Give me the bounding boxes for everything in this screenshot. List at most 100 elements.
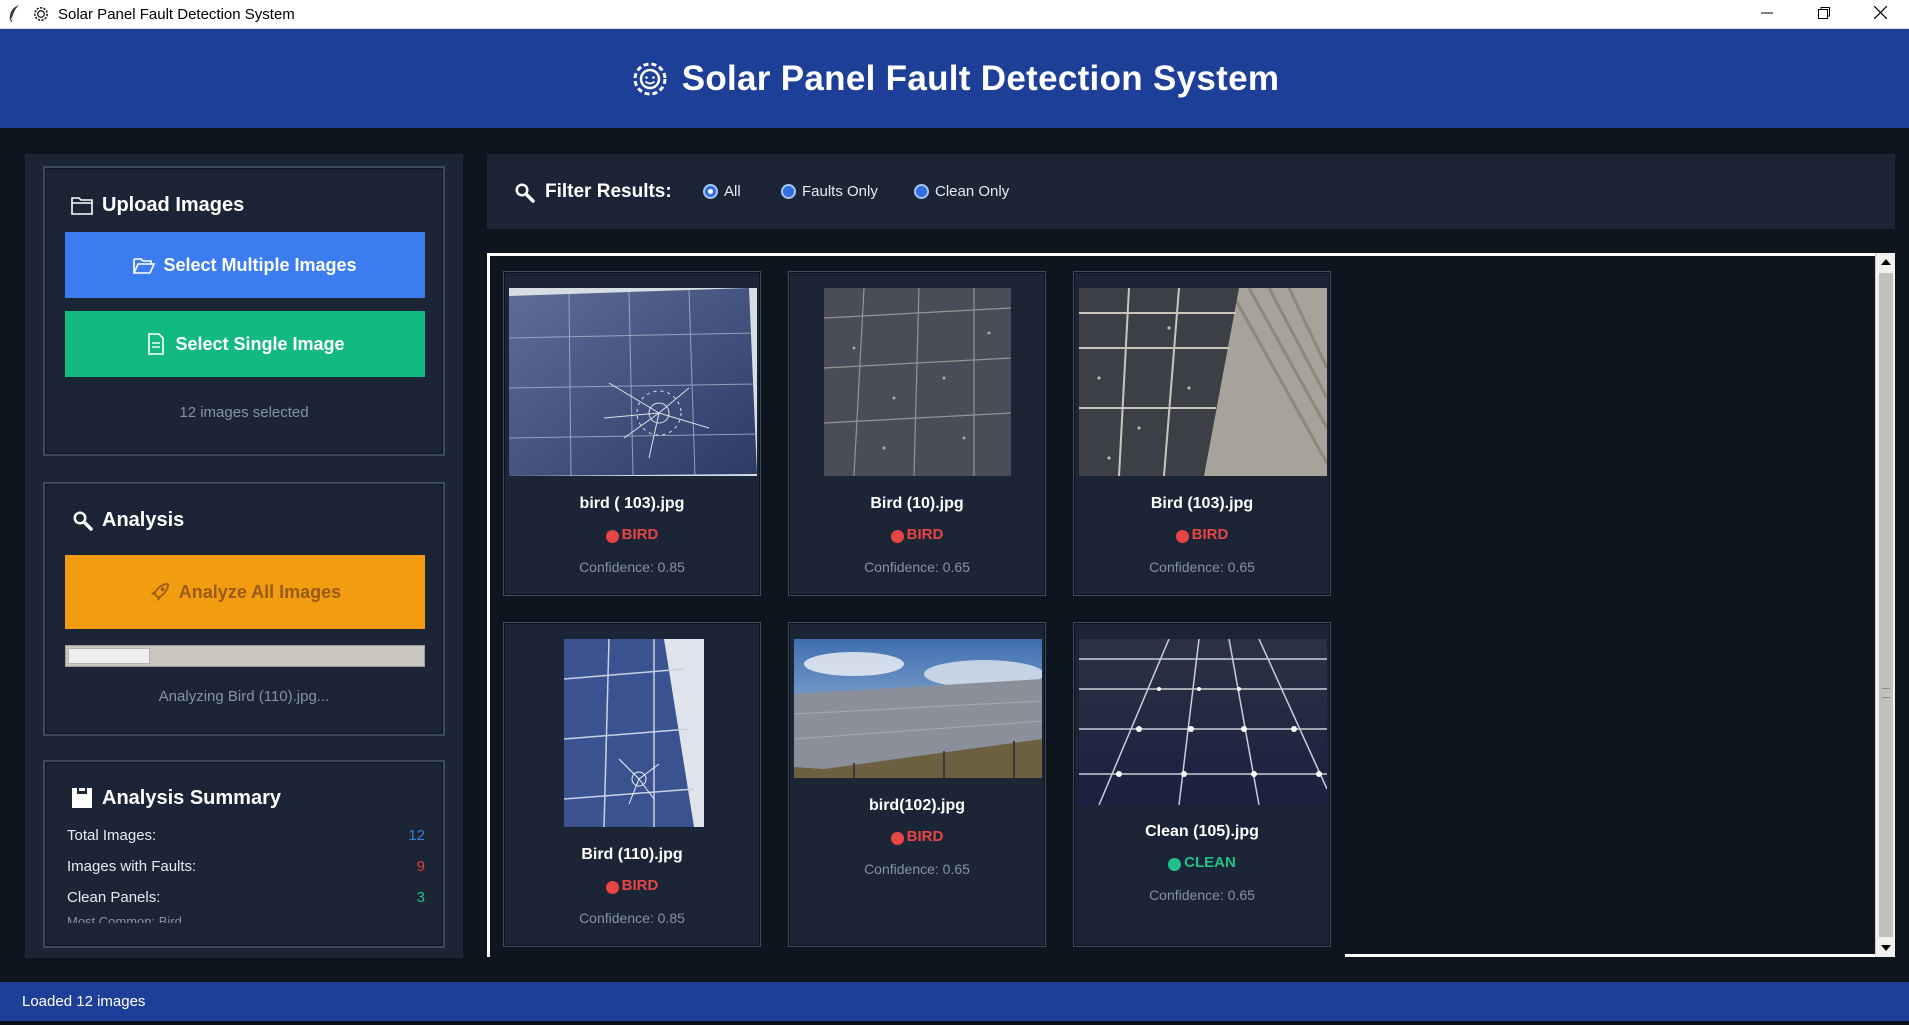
status-text: BIRD [906,526,944,543]
radio-icon [781,184,796,199]
result-card[interactable]: bird(102).jpg BIRD Confidence: 0.65 [788,622,1046,947]
window-title: Solar Panel Fault Detection System [58,5,295,23]
result-card[interactable]: Bird (103).jpg BIRD Confidence: 0.65 [1073,271,1331,596]
window-bottom-edge [0,1021,1909,1025]
result-filename: Clean (105).jpg [1145,823,1259,840]
panel-thumbnail [1079,639,1327,805]
radio-label: Clean Only [935,183,1010,200]
radio-label: All [724,183,741,200]
status-text: BIRD [621,526,659,543]
status-text: BIRD [906,828,944,845]
summary-row-faults: Images with Faults: 9 [67,858,425,875]
filter-label: Filter Results: [545,180,672,202]
summary-label: Most Common: Bird [67,914,182,923]
panel-thumbnail [509,288,757,476]
scrollbar-thumb[interactable] [1879,273,1893,937]
result-card[interactable]: Clean (105).jpg CLEAN Confidence: 0.65 [1073,622,1331,947]
filter-radio-faults-only[interactable]: Faults Only [781,154,878,229]
radio-selected-icon [703,184,718,199]
summary-value: 3 [416,889,425,906]
analysis-title-text: Analysis [102,508,185,531]
status-text: BIRD [621,877,659,894]
result-card[interactable]: Bird (110).jpg BIRD Confidence: 0.85 [503,622,761,947]
results-scrollbar[interactable] [1875,253,1895,957]
status-dot-icon [890,529,904,543]
select-single-image-button[interactable]: Select Single Image [65,311,425,377]
result-filename: bird(102).jpg [868,797,965,814]
select-multiple-label: Select Multiple Images [163,254,357,275]
panel-thumbnail [824,288,1011,476]
left-panel: Upload Images Select Multiple Images Sel… [25,154,463,958]
status-dot-icon [605,880,619,894]
filter-radio-clean-only[interactable]: Clean Only [914,154,1009,229]
scroll-up-icon[interactable] [1876,253,1896,271]
images-selected-text: 12 images selected [179,404,309,421]
close-button[interactable] [1852,0,1909,29]
status-badge: CLEAN [1074,854,1330,871]
radio-label: Faults Only [802,183,878,200]
folder-icon [70,193,94,217]
result-filename: Bird (110).jpg [581,846,683,863]
minimize-icon [1760,6,1773,24]
result-card[interactable]: Bird (10).jpg BIRD Confidence: 0.65 [788,271,1046,596]
summary-row-clean: Clean Panels: 3 [67,889,425,906]
status-dot-icon [890,831,904,845]
summary-row-total: Total Images: 12 [67,827,425,844]
result-confidence: Confidence: 0.65 [1149,559,1255,575]
result-confidence: Confidence: 0.65 [864,861,970,877]
progress-fill [68,648,151,664]
upload-card-title: Upload Images [70,193,244,217]
analysis-card-title: Analysis [70,508,184,532]
scrollbar-grip [1882,688,1890,698]
rocket-icon [149,581,171,603]
sun-gear-icon [630,59,670,99]
summary-title-text: Analysis Summary [102,786,281,809]
result-confidence: Confidence: 0.65 [864,559,970,575]
select-multiple-images-button[interactable]: Select Multiple Images [65,232,425,298]
status-bar: Loaded 12 images [0,982,1909,1021]
upload-card: Upload Images Select Multiple Images Sel… [43,166,445,456]
status-badge: BIRD [1074,526,1330,543]
results-border [1345,954,1878,957]
analysis-progress-bar [65,645,425,667]
result-filename: Bird (10).jpg [870,495,964,512]
result-confidence: Confidence: 0.65 [1149,887,1255,903]
scroll-down-icon[interactable] [1876,939,1896,957]
clipboard-icon [70,786,94,810]
status-text: CLEAN [1184,854,1236,871]
filter-radio-all[interactable]: All [703,154,741,229]
summary-card-title: Analysis Summary [70,786,281,810]
restore-icon [1817,6,1830,24]
panel-thumbnail [794,639,1042,778]
status-badge: BIRD [789,828,1045,845]
result-filename: Bird (103).jpg [1150,495,1254,512]
status-dot-icon [1168,857,1182,871]
sun-gear-icon [32,5,50,23]
panel-thumbnail [564,639,704,827]
upload-title-text: Upload Images [102,193,245,216]
status-dot-icon [1175,529,1189,543]
magnifier-icon [511,179,537,205]
filter-bar: Filter Results: All Faults Only Clean On… [487,154,1895,229]
analysis-summary-card: Analysis Summary Total Images: 12 Images… [43,760,445,948]
minimize-button[interactable] [1738,0,1795,29]
result-confidence: Confidence: 0.85 [579,559,685,575]
summary-label: Total Images: [67,827,157,844]
result-confidence: Confidence: 0.85 [579,910,685,926]
status-text: BIRD [1191,526,1229,543]
status-badge: BIRD [789,526,1045,543]
result-card[interactable]: bird ( 103).jpg BIRD Confidence: 0.85 [503,271,761,596]
summary-label: Images with Faults: [67,858,197,875]
summary-value: 9 [416,858,425,875]
radio-icon [914,184,929,199]
restore-button[interactable] [1795,0,1852,29]
result-filename: bird ( 103).jpg [579,495,685,512]
status-dot-icon [605,529,619,543]
summary-row-most-common: Most Common: Bird [67,914,425,923]
summary-value: 12 [408,827,425,844]
close-icon [1873,5,1888,24]
analysis-card: Analysis Analyze All Images Analyzing Bi… [43,482,445,736]
page-title: Solar Panel Fault Detection System [681,58,1280,98]
analyze-all-images-button[interactable]: Analyze All Images [65,555,425,629]
select-single-label: Select Single Image [175,333,345,354]
